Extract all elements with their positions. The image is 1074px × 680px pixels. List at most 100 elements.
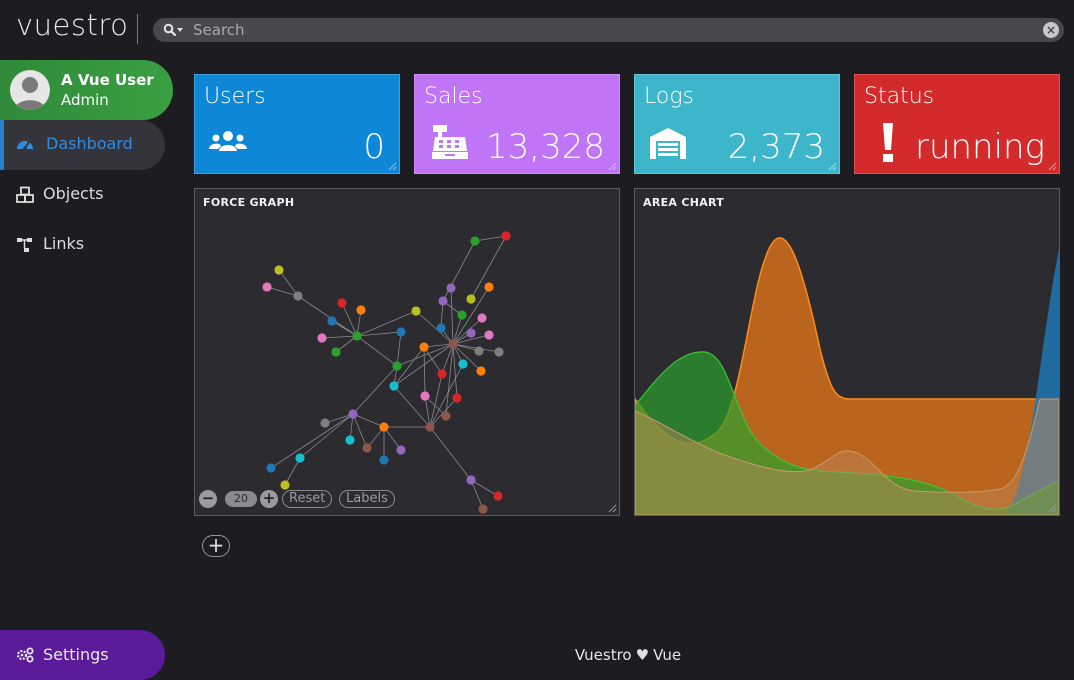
graph-link	[270, 413, 354, 469]
graph-node[interactable]	[436, 323, 446, 333]
graph-node[interactable]	[437, 369, 447, 379]
graph-node[interactable]	[411, 306, 421, 316]
graph-node[interactable]	[356, 305, 366, 315]
graph-node[interactable]	[419, 342, 429, 352]
app-brand[interactable]: vuestro	[16, 8, 128, 42]
graph-link	[452, 343, 458, 399]
resize-handle-icon[interactable]	[607, 503, 617, 513]
graph-node[interactable]	[345, 435, 355, 445]
graph-node[interactable]	[280, 480, 290, 490]
graph-node[interactable]	[295, 453, 305, 463]
cash-register-icon	[432, 125, 468, 159]
force-graph-canvas[interactable]	[195, 189, 619, 515]
graph-node[interactable]	[266, 463, 276, 473]
graph-node[interactable]	[379, 455, 389, 465]
zoom-out-icon[interactable]: −	[199, 490, 217, 508]
card-title: Status	[864, 84, 935, 109]
graph-node[interactable]	[352, 331, 362, 341]
graph-node[interactable]	[446, 283, 456, 293]
exclamation-icon	[883, 123, 893, 162]
graph-node[interactable]	[477, 313, 487, 323]
graph-link	[450, 287, 454, 345]
area-chart-panel[interactable]: AREA CHART	[634, 188, 1060, 516]
graph-link	[442, 240, 476, 302]
sidebar-item-label: Dashboard	[46, 134, 133, 153]
sidebar-item-dashboard[interactable]: Dashboard	[0, 120, 165, 170]
sidebar-item-objects[interactable]: Objects	[0, 170, 165, 220]
reset-button[interactable]: Reset	[282, 490, 333, 508]
sidebar-item-label: Links	[43, 234, 85, 253]
graph-node[interactable]	[448, 339, 458, 349]
sidebar-item-label: Objects	[43, 184, 104, 203]
graph-node[interactable]	[337, 298, 347, 308]
graph-node[interactable]	[362, 443, 372, 453]
avatar	[10, 70, 50, 110]
graph-link	[356, 335, 398, 367]
graph-node[interactable]	[452, 393, 462, 403]
resize-handle-icon[interactable]	[1047, 161, 1057, 171]
sidebar-item-links[interactable]: Links	[0, 220, 165, 270]
graph-node[interactable]	[317, 333, 327, 343]
graph-node[interactable]	[320, 418, 330, 428]
graph-link	[470, 479, 484, 510]
graph-link	[429, 373, 443, 428]
search-bar[interactable]: ×	[153, 18, 1064, 42]
resize-handle-icon[interactable]	[607, 161, 617, 171]
resize-handle-icon[interactable]	[387, 161, 397, 171]
clear-search-icon[interactable]: ×	[1043, 22, 1059, 38]
status-card[interactable]: Status running	[854, 74, 1060, 174]
graph-node[interactable]	[331, 347, 341, 357]
graph-node[interactable]	[420, 391, 430, 401]
zoom-in-icon[interactable]: +	[260, 490, 278, 508]
graph-node[interactable]	[493, 491, 503, 501]
sales-card[interactable]: Sales 13,328	[414, 74, 620, 174]
labels-button[interactable]: Labels	[339, 490, 395, 508]
search-icon[interactable]	[163, 23, 177, 37]
graph-node[interactable]	[466, 475, 476, 485]
graph-node[interactable]	[327, 316, 337, 326]
graph-node[interactable]	[476, 366, 486, 376]
graph-link	[423, 346, 443, 375]
graph-node[interactable]	[348, 409, 358, 419]
card-value: 13,328	[486, 127, 605, 167]
graph-node[interactable]	[501, 231, 511, 241]
graph-node[interactable]	[425, 422, 435, 432]
graph-node[interactable]	[466, 294, 476, 304]
card-value: 0	[363, 127, 385, 167]
add-widget-button[interactable]: +	[202, 535, 230, 557]
users-card[interactable]: Users 0	[194, 74, 400, 174]
graph-node[interactable]	[470, 236, 480, 246]
graph-node[interactable]	[438, 296, 448, 306]
brand-divider	[137, 14, 138, 44]
graph-node[interactable]	[293, 291, 303, 301]
force-graph-panel[interactable]: FORCE GRAPH − 20 + Reset Labels	[194, 188, 620, 516]
graph-node[interactable]	[274, 265, 284, 275]
graph-node[interactable]	[484, 330, 494, 340]
user-card[interactable]: A Vue User Admin	[0, 60, 173, 120]
search-input[interactable]	[193, 18, 1033, 42]
graph-node[interactable]	[457, 310, 467, 320]
graph-node[interactable]	[396, 445, 406, 455]
graph-link	[474, 235, 507, 242]
card-title: Users	[204, 84, 266, 109]
graph-link	[470, 479, 499, 497]
graph-node[interactable]	[262, 282, 272, 292]
graph-node[interactable]	[392, 361, 402, 371]
graph-node[interactable]	[466, 328, 476, 338]
resize-handle-icon[interactable]	[827, 161, 837, 171]
search-dropdown-caret-icon[interactable]	[177, 28, 183, 32]
graph-nodes[interactable]	[262, 231, 511, 514]
graph-node[interactable]	[484, 282, 494, 292]
graph-node[interactable]	[389, 381, 399, 391]
graph-node[interactable]	[478, 504, 488, 514]
graph-node[interactable]	[441, 411, 451, 421]
graph-node[interactable]	[494, 347, 504, 357]
graph-node[interactable]	[396, 327, 406, 337]
resize-handle-icon[interactable]	[1047, 503, 1057, 513]
graph-link	[423, 346, 426, 397]
footer-left-text: Vuestro	[574, 646, 632, 664]
graph-node[interactable]	[379, 422, 389, 432]
logs-card[interactable]: Logs 2,373	[634, 74, 840, 174]
graph-node[interactable]	[458, 359, 468, 369]
graph-node[interactable]	[474, 346, 484, 356]
